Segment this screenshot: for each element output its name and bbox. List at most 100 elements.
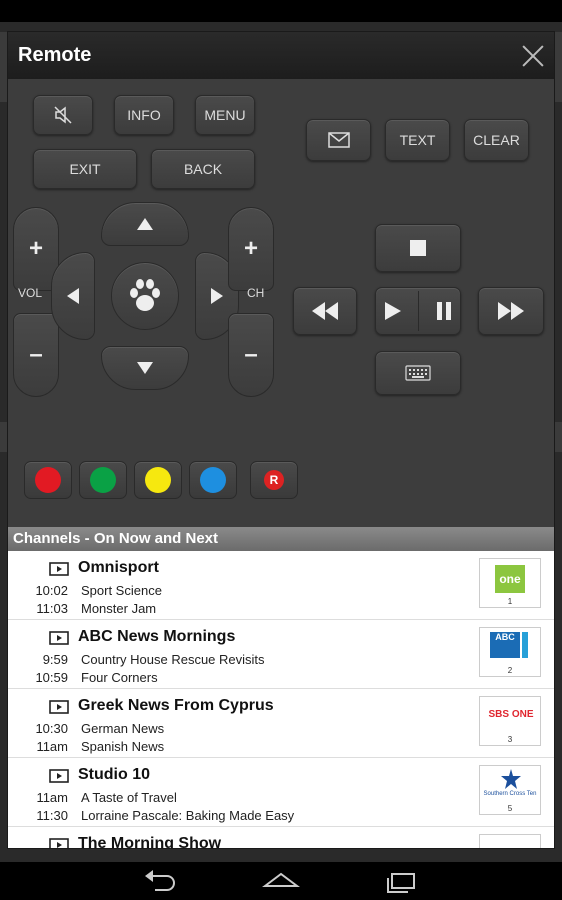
paw-icon (130, 279, 160, 311)
next-program: Lorraine Pascale: Baking Made Easy (81, 808, 295, 823)
vol-label: VOL (18, 286, 43, 300)
menu-button[interactable]: MENU (195, 95, 255, 135)
next-time: 10:59 (35, 670, 68, 685)
now-program: German News (81, 721, 165, 736)
video-icon (49, 769, 69, 783)
fast-forward-button[interactable] (478, 287, 544, 335)
next-time: 11:03 (36, 601, 68, 616)
channel-number: 2 (507, 666, 513, 675)
stop-icon (410, 240, 426, 256)
minus-icon: – (244, 341, 258, 368)
channel-logo: one 1 (479, 558, 541, 608)
now-program: Country House Rescue Revisits (81, 652, 265, 667)
next-program: Monster Jam (81, 601, 157, 616)
channels-header: Channels - On Now and Next (8, 527, 554, 551)
channel-number: 1 (507, 597, 513, 606)
ok-button[interactable] (111, 262, 179, 330)
now-time: 11am (36, 790, 68, 805)
now-time: 10:30 (35, 721, 68, 736)
stop-button[interactable] (375, 224, 461, 272)
keyboard-button[interactable] (375, 351, 461, 395)
green-button[interactable] (79, 461, 127, 499)
remote-dialog: Remote INFO MENU TEXT CLEAR EXIT BACK + … (7, 31, 555, 849)
channel-name: Greek News From Cyprus (78, 697, 274, 714)
back-nav-icon[interactable] (141, 866, 181, 896)
system-nav-bar (0, 862, 562, 900)
dialog-title: Remote (18, 44, 92, 66)
channel-row[interactable]: Omnisport 10:02 Sport Science 11:03 Mons… (8, 551, 554, 620)
keyboard-icon (405, 365, 431, 381)
mute-button[interactable] (33, 95, 93, 135)
exit-button[interactable]: EXIT (33, 149, 137, 189)
channel-row[interactable]: Greek News From Cyprus 10:30 German News… (8, 689, 554, 758)
left-arrow-icon (67, 288, 79, 304)
channel-list: Omnisport 10:02 Sport Science 11:03 Mons… (8, 551, 554, 849)
video-icon (49, 700, 69, 714)
next-time: 11:30 (36, 808, 68, 823)
channel-logo: SBS ONE 3 (479, 696, 541, 746)
video-icon (49, 631, 69, 645)
one-logo: one (495, 565, 525, 593)
video-icon (49, 562, 69, 576)
channel-name: ABC News Mornings (78, 628, 236, 645)
blue-dot (200, 467, 226, 493)
now-program: A Taste of Travel (81, 790, 177, 805)
fast-forward-icon (498, 302, 524, 320)
rewind-button[interactable] (293, 287, 357, 335)
channel-up-button[interactable]: + (228, 207, 274, 291)
direction-pad (51, 202, 239, 390)
now-time: 10:02 (35, 583, 68, 598)
up-arrow-icon (137, 218, 153, 230)
green-dot (90, 467, 116, 493)
next-time: 11am (36, 739, 68, 754)
clear-button[interactable]: CLEAR (464, 119, 529, 161)
home-nav-icon[interactable] (261, 866, 301, 896)
yellow-button[interactable] (134, 461, 182, 499)
channel-row[interactable]: ABC News Mornings 9:59 Country House Res… (8, 620, 554, 689)
info-button[interactable]: INFO (114, 95, 174, 135)
channel-row[interactable]: Studio 10 11am A Taste of Travel 11:30 L… (8, 758, 554, 827)
back-button[interactable]: BACK (151, 149, 255, 189)
close-icon[interactable] (522, 45, 544, 67)
next-program: Spanish News (81, 739, 165, 754)
plus-icon: + (243, 235, 258, 262)
star-logo (501, 769, 521, 789)
minus-icon: – (29, 341, 43, 368)
title-bar: Remote (8, 32, 554, 79)
remote-control-panel: INFO MENU TEXT CLEAR EXIT BACK + – VOL +… (8, 79, 554, 527)
channel-down-button[interactable]: – (228, 313, 274, 397)
channel-number: 3 (507, 735, 513, 744)
channel-row[interactable]: The Morning Show (8, 827, 554, 849)
channel-name: Omnisport (78, 559, 159, 576)
play-pause-button[interactable] (375, 287, 461, 335)
mail-icon (327, 132, 350, 148)
logo-caption: Southern Cross Ten (483, 791, 537, 797)
channel-logo: Southern Cross Ten 5 (479, 765, 541, 815)
now-program: Sport Science (81, 583, 162, 598)
video-icon (49, 838, 69, 848)
rewind-icon (312, 302, 338, 320)
right-arrow-icon (211, 288, 223, 304)
channel-logo: ABC 2 (479, 627, 541, 677)
left-button[interactable] (51, 252, 95, 340)
message-button[interactable] (306, 119, 371, 161)
text-button[interactable]: TEXT (385, 119, 450, 161)
abc-one-mark (522, 632, 528, 658)
blue-button[interactable] (189, 461, 237, 499)
up-button[interactable] (101, 202, 189, 246)
channel-rocker: + – (228, 207, 274, 397)
yellow-dot (145, 467, 171, 493)
channel-logo (479, 834, 541, 848)
abc-logo: ABC (490, 632, 520, 658)
channel-name: Studio 10 (78, 766, 151, 783)
recents-nav-icon[interactable] (382, 866, 422, 896)
next-program: Four Corners (81, 670, 158, 685)
channel-name: The Morning Show (78, 835, 222, 849)
pause-icon (436, 302, 451, 320)
down-button[interactable] (101, 346, 189, 390)
red-button[interactable] (24, 461, 72, 499)
record-button[interactable]: R (250, 461, 298, 499)
channel-number: 5 (507, 804, 513, 813)
red-dot (35, 467, 61, 493)
now-time: 9:59 (42, 652, 68, 667)
